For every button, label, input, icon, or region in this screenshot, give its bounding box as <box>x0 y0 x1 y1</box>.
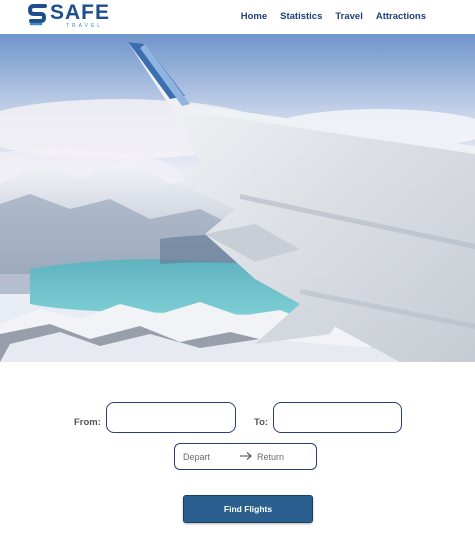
airplane-wing-image <box>0 34 475 362</box>
nav-home[interactable]: Home <box>241 11 267 22</box>
return-placeholder: Return <box>257 452 285 462</box>
logo-s-icon <box>28 4 47 26</box>
hero-image <box>0 34 475 362</box>
brand-tagline: TRAVEL <box>66 23 104 29</box>
from-input[interactable] <box>106 402 236 433</box>
find-flights-button[interactable]: Find Flights <box>183 495 313 523</box>
nav-travel[interactable]: Travel <box>335 11 362 22</box>
main-nav: Home Statistics Travel Attractions <box>241 11 426 22</box>
date-range-picker[interactable]: Depart Return <box>174 443 317 470</box>
site-header: SAFE TRAVEL Home Statistics Travel Attra… <box>0 0 475 34</box>
depart-placeholder: Depart <box>183 452 211 462</box>
brand-logo[interactable]: SAFE TRAVEL <box>28 1 111 29</box>
brand-name: SAFE <box>50 1 111 24</box>
arrow-right-icon <box>240 452 252 460</box>
nav-attractions[interactable]: Attractions <box>376 11 426 22</box>
to-input[interactable] <box>273 402 402 433</box>
nav-statistics[interactable]: Statistics <box>280 11 322 22</box>
to-label: To: <box>254 417 269 428</box>
from-label: From: <box>74 417 101 428</box>
